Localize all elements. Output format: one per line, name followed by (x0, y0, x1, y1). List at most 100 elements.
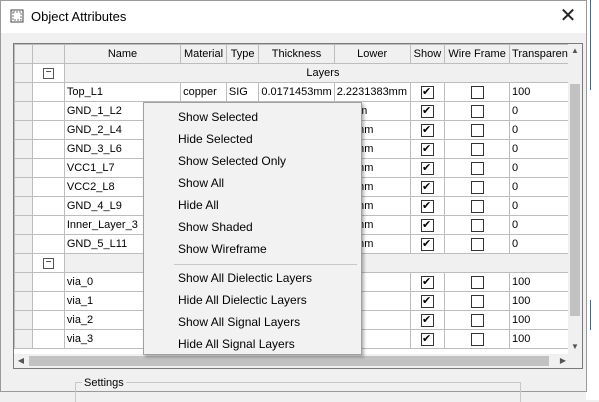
row-header[interactable] (14, 329, 34, 349)
menu-item[interactable]: Hide Selected (144, 128, 361, 150)
title-bar: Object Attributes ✕ (1, 1, 586, 33)
show-checkbox[interactable] (420, 85, 434, 99)
row-header[interactable] (14, 101, 34, 121)
vertical-scroll-thumb[interactable] (570, 84, 580, 316)
indent-cell (32, 101, 65, 121)
cell-type[interactable]: SIG (225, 82, 260, 102)
show-checkbox[interactable] (420, 123, 434, 137)
show-checkbox[interactable] (420, 104, 434, 118)
wire-frame-checkbox[interactable] (470, 85, 484, 99)
row-header[interactable] (14, 63, 34, 83)
row-header[interactable] (14, 120, 34, 140)
cell-show (409, 291, 446, 311)
cell-wire-frame (444, 139, 510, 159)
cell-show (409, 215, 446, 235)
wire-frame-checkbox[interactable] (470, 275, 484, 289)
scroll-down-icon[interactable]: ▼ (568, 340, 582, 354)
show-checkbox[interactable] (420, 313, 434, 327)
cell-show (409, 120, 446, 140)
group-row: − Layers (14, 63, 582, 83)
column-header-show[interactable]: Show (409, 44, 446, 64)
settings-group: Settings (75, 377, 521, 402)
scroll-up-icon[interactable]: ▲ (568, 44, 582, 58)
show-checkbox[interactable] (420, 142, 434, 156)
table-row[interactable]: Top_L1copperSIG0.0171453mm2.2231383mm100 (14, 82, 582, 102)
row-header[interactable] (14, 272, 34, 292)
show-checkbox[interactable] (420, 294, 434, 308)
show-checkbox[interactable] (420, 237, 434, 251)
menu-item[interactable]: Hide All (144, 194, 361, 216)
group-expander-cell[interactable]: − (32, 253, 65, 273)
indent-cell (32, 82, 65, 102)
cell-show (409, 234, 446, 254)
wire-frame-checkbox[interactable] (470, 237, 484, 251)
wire-frame-checkbox[interactable] (470, 218, 484, 232)
cell-material[interactable]: copper (180, 82, 227, 102)
row-header-corner (14, 44, 34, 64)
show-checkbox[interactable] (420, 199, 434, 213)
cell-show (409, 310, 446, 330)
indent-cell (32, 120, 65, 140)
column-header-thickness[interactable]: Thickness (258, 44, 335, 64)
menu-item[interactable]: Show Selected Only (144, 150, 361, 172)
cell-wire-frame (444, 291, 510, 311)
row-header[interactable] (14, 82, 34, 102)
cell-lower[interactable]: 2.2231383mm (333, 82, 411, 102)
menu-item[interactable]: Show All Dielectic Layers (144, 267, 361, 289)
cell-thickness[interactable]: 0.0171453mm (258, 82, 335, 102)
indent-cell (32, 139, 65, 159)
wire-frame-checkbox[interactable] (470, 332, 484, 346)
show-checkbox[interactable] (420, 180, 434, 194)
row-header[interactable] (14, 158, 34, 178)
wire-frame-checkbox[interactable] (470, 180, 484, 194)
wire-frame-checkbox[interactable] (470, 123, 484, 137)
scrollbar-corner (568, 354, 582, 368)
indent-cell (32, 196, 65, 216)
row-header[interactable] (14, 139, 34, 159)
minus-icon[interactable]: − (43, 257, 54, 269)
minus-icon[interactable]: − (43, 67, 54, 79)
column-header-lower[interactable]: Lower (333, 44, 411, 64)
menu-item[interactable]: Show Selected (144, 106, 361, 128)
row-header[interactable] (14, 291, 34, 311)
menu-item[interactable]: Hide All Signal Layers (144, 333, 361, 355)
row-header[interactable] (14, 196, 34, 216)
cell-name[interactable]: Top_L1 (63, 82, 182, 102)
show-checkbox[interactable] (420, 161, 434, 175)
column-header-name[interactable]: Name (63, 44, 182, 64)
wire-frame-checkbox[interactable] (470, 313, 484, 327)
menu-item[interactable]: Show Wireframe (144, 238, 361, 260)
menu-item[interactable]: Show All Signal Layers (144, 311, 361, 333)
indent-cell (32, 291, 65, 311)
show-checkbox[interactable] (420, 218, 434, 232)
row-header[interactable] (14, 234, 34, 254)
background-line (590, 0, 591, 90)
horizontal-scrollbar[interactable]: ◀ ▶ (14, 354, 570, 368)
show-checkbox[interactable] (420, 275, 434, 289)
row-header[interactable] (14, 215, 34, 235)
wire-frame-checkbox[interactable] (470, 142, 484, 156)
menu-item[interactable]: Hide All Dielectic Layers (144, 289, 361, 311)
indent-cell (32, 234, 65, 254)
scroll-left-icon[interactable]: ◀ (14, 354, 28, 368)
menu-item[interactable]: Show Shaded (144, 216, 361, 238)
column-header-wire-frame[interactable]: Wire Frame (444, 44, 510, 64)
wire-frame-checkbox[interactable] (470, 104, 484, 118)
cell-wire-frame (444, 272, 510, 292)
wire-frame-checkbox[interactable] (470, 161, 484, 175)
show-checkbox[interactable] (420, 332, 434, 346)
indent-cell (32, 310, 65, 330)
row-header[interactable] (14, 310, 34, 330)
column-header-type[interactable]: Type (225, 44, 260, 64)
wire-frame-checkbox[interactable] (470, 199, 484, 213)
menu-item[interactable]: Show All (144, 172, 361, 194)
row-header[interactable] (14, 177, 34, 197)
row-header[interactable] (14, 253, 34, 273)
cell-show (409, 158, 446, 178)
horizontal-scroll-thumb[interactable] (29, 356, 549, 366)
group-expander-cell[interactable]: − (32, 63, 65, 83)
vertical-scrollbar[interactable]: ▲ ▼ (568, 44, 582, 354)
column-header-material[interactable]: Material (180, 44, 227, 64)
wire-frame-checkbox[interactable] (470, 294, 484, 308)
close-icon[interactable]: ✕ (556, 4, 580, 28)
